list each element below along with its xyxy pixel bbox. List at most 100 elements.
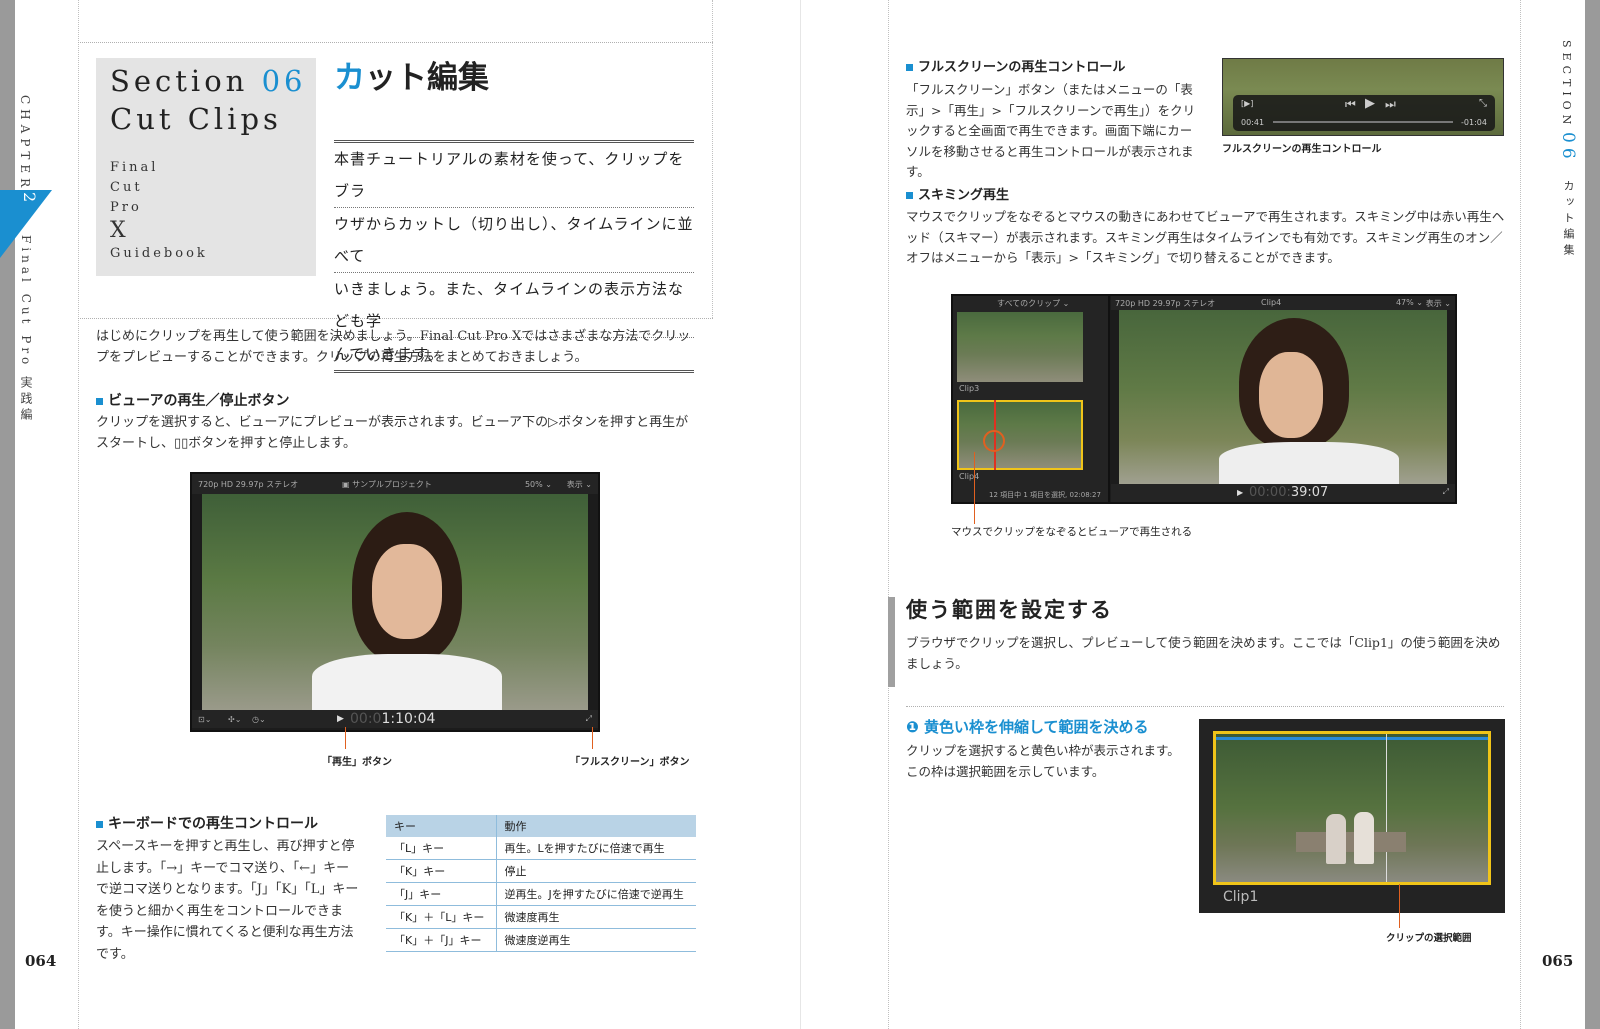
fs-scrubber[interactable] xyxy=(1273,121,1453,123)
person-shirt xyxy=(1219,442,1399,484)
chapter-title: Final Cut Pro 実践編 xyxy=(19,235,33,425)
clip1-selection-frame[interactable] xyxy=(1213,731,1491,885)
table-row: 「K」キー 停止 xyxy=(386,859,696,883)
fs-exit-icon[interactable]: ⤡ xyxy=(1479,98,1487,109)
table-cell: 「K」キー xyxy=(386,859,497,883)
keyboard-heading-text: キーボードでの再生コントロール xyxy=(108,816,318,832)
fullscreen-icon[interactable]: ⤢ xyxy=(586,714,592,724)
table-cell: 「K」＋「J」キー xyxy=(386,928,497,952)
browser-header: すべてのクリップ ⌄ xyxy=(953,296,1108,310)
skimming-text: マウスでクリップをなぞるとマウスの動きにあわせてビューアで再生されます。スキミン… xyxy=(906,209,1505,265)
browser-title[interactable]: すべてのクリップ ⌄ xyxy=(997,298,1069,309)
viewer-heading-text: ビューアの再生／停止ボタン xyxy=(108,393,290,409)
fullscreen-heading-text: フルスクリーンの再生コントロール xyxy=(918,60,1126,75)
browser-thumb-b[interactable] xyxy=(957,400,1083,470)
skimmer-highlight xyxy=(983,430,1005,452)
table-row: 「J」キー 逆再生。Jを押すたびに倍速で逆再生 xyxy=(386,882,696,906)
table-header-row: キー 動作 xyxy=(386,815,696,837)
skim-viewer-header: 720p HD 29.97p ステレオ Clip4 47% ⌄ 表示 ⌄ xyxy=(1111,296,1455,310)
clip1-screenshot: Clip1 xyxy=(1199,719,1505,913)
side-section-label: SECTION xyxy=(1560,40,1573,130)
page-title-rest: ット編集 xyxy=(365,60,489,96)
range-text: ブラウザでクリップを選択し、プレビューして使う範囲を決めます。ここでは「Clip… xyxy=(906,635,1501,671)
person-face xyxy=(372,544,442,639)
table-cell: 「K」＋「L」キー xyxy=(386,905,497,929)
clip1-label: Clip1 xyxy=(1223,889,1259,905)
step-heading: ❶ 黄色い枠を伸縮して範囲を決める xyxy=(906,716,1149,737)
header-bottom-rule xyxy=(78,318,713,319)
range-heading: 使う範囲を設定する xyxy=(906,597,1113,622)
table-row: 「K」＋「J」キー 微速度逆再生 xyxy=(386,928,696,952)
clip1-caption: クリップの選択範囲 xyxy=(1386,933,1472,944)
book-title: Final Cut Pro X Guidebook xyxy=(110,158,208,264)
browser-thumb-a[interactable] xyxy=(957,312,1083,382)
leader-play xyxy=(345,727,346,749)
left-margin-line xyxy=(78,0,79,1029)
skim-timecode: 00:00:39:07 xyxy=(1249,485,1328,500)
enhance-icon[interactable]: ✣⌄ xyxy=(228,715,241,724)
timecode-value: 1:10:04 xyxy=(381,711,436,727)
table-cell: 「L」キー xyxy=(386,837,497,860)
skim-view-menu[interactable]: 表示 ⌄ xyxy=(1426,298,1451,309)
bench-icon xyxy=(1296,832,1406,852)
table-cell: 停止 xyxy=(496,859,696,883)
fs-play-icon[interactable]: ▶ xyxy=(1365,96,1375,111)
browser-clip-a: Clip3 xyxy=(959,384,980,393)
chapter-label: CHAPTER xyxy=(18,95,32,193)
section-number: 06 xyxy=(261,64,307,98)
viewer-video-frame xyxy=(202,494,588,710)
fs-mode-icon[interactable]: [▶] xyxy=(1241,99,1253,108)
table-cell: 「J」キー xyxy=(386,882,497,906)
skim-viewer-info: 720p HD 29.97p ステレオ xyxy=(1115,299,1216,308)
transform-icon[interactable]: ⊡⌄ xyxy=(198,715,211,724)
fs-time-left: 00:41 xyxy=(1241,118,1265,127)
viewer-project-name: サンプルプロジェクト xyxy=(352,479,432,489)
fs-next-icon[interactable]: ⏭ xyxy=(1385,97,1396,112)
viewer-zoom[interactable]: 50% ⌄ xyxy=(525,480,552,489)
caption-fullscreen: 「フルスクリーン」ボタン xyxy=(570,757,690,768)
viewer-project: ▣ サンプルプロジェクト xyxy=(342,479,432,490)
table-row: 「L」キー 再生。Lを押すたびに倍速で再生 xyxy=(386,837,696,860)
skimming-screenshot: すべてのクリップ ⌄ Clip3 Clip4 12 項目中 1 項目を選択, 0… xyxy=(951,294,1457,504)
book-word: Guidebook xyxy=(110,246,208,261)
section-label: Section xyxy=(110,64,249,98)
leader-fullscreen xyxy=(592,727,593,749)
person-face xyxy=(1259,352,1323,438)
right-outer-margin-line xyxy=(1520,0,1521,1029)
skimming-heading-text: スキミング再生 xyxy=(918,188,1010,203)
page-number-left: 064 xyxy=(25,952,57,970)
panel-divider xyxy=(1108,296,1110,502)
browser-panel: すべてのクリップ ⌄ Clip3 Clip4 12 項目中 1 項目を選択, 0… xyxy=(953,296,1108,502)
skim-play-icon[interactable]: ▶ xyxy=(1237,488,1243,497)
section-heading: Section 06 xyxy=(110,64,306,98)
book-word: Cut xyxy=(110,180,143,195)
fs-caption: フルスクリーンの再生コントロール xyxy=(1222,144,1382,155)
right-page-margin-line xyxy=(888,0,889,1029)
speed-icon[interactable]: ◷⌄ xyxy=(252,715,266,724)
skim-fullscreen-icon[interactable]: ⤢ xyxy=(1443,487,1449,497)
fs-prev-icon[interactable]: ⏮ xyxy=(1345,97,1356,112)
table-cell: 微速度再生 xyxy=(496,905,696,929)
right-edge-bar xyxy=(1585,0,1600,1029)
skim-zoom[interactable]: 47% ⌄ xyxy=(1396,298,1423,307)
fs-control-bar: [▶] ⏮ ▶ ⏭ ⤡ 00:41 -01:04 xyxy=(1233,95,1495,131)
lead-line: ウザからカットし（切り出し）、タイムラインに並べて xyxy=(334,208,694,273)
leader-clip1 xyxy=(1399,884,1400,928)
intro-text: はじめにクリップを再生して使う範囲を決めましょう。Final Cut Pro X… xyxy=(96,329,691,365)
play-icon[interactable]: ▶ xyxy=(337,714,344,724)
section-subtitle: Cut Clips xyxy=(110,102,282,136)
viewer-view-menu[interactable]: 表示 ⌄ xyxy=(567,479,592,490)
step-heading-text: 黄色い枠を伸縮して範囲を決める xyxy=(923,718,1149,736)
fullscreen-screenshot: [▶] ⏮ ▶ ⏭ ⤡ 00:41 -01:04 xyxy=(1222,58,1504,136)
keyboard-table: キー 動作 「L」キー 再生。Lを押すたびに倍速で再生 「K」キー 停止 「J」キー… xyxy=(386,815,696,952)
skim-viewer-frame xyxy=(1119,310,1447,484)
step-text: クリップを選択すると黄色い枠が表示されます。この枠は選択範囲を示しています。 xyxy=(906,743,1180,779)
browser-status: 12 項目中 1 項目を選択, 02:08:27 xyxy=(989,491,1101,499)
person-b xyxy=(1354,812,1374,864)
person-a xyxy=(1326,814,1346,864)
header-divider xyxy=(712,0,713,318)
skimming-heading: スキミング再生 xyxy=(906,184,1009,203)
side-title: カット編集 xyxy=(1562,180,1575,260)
lead-line: 本書チュートリアルの素材を使って、クリップをブラ xyxy=(334,143,694,208)
keyboard-text: スペースキーを押すと再生し、再び押すと停止します。「→」キーでコマ送り、「←」キ… xyxy=(96,839,359,962)
